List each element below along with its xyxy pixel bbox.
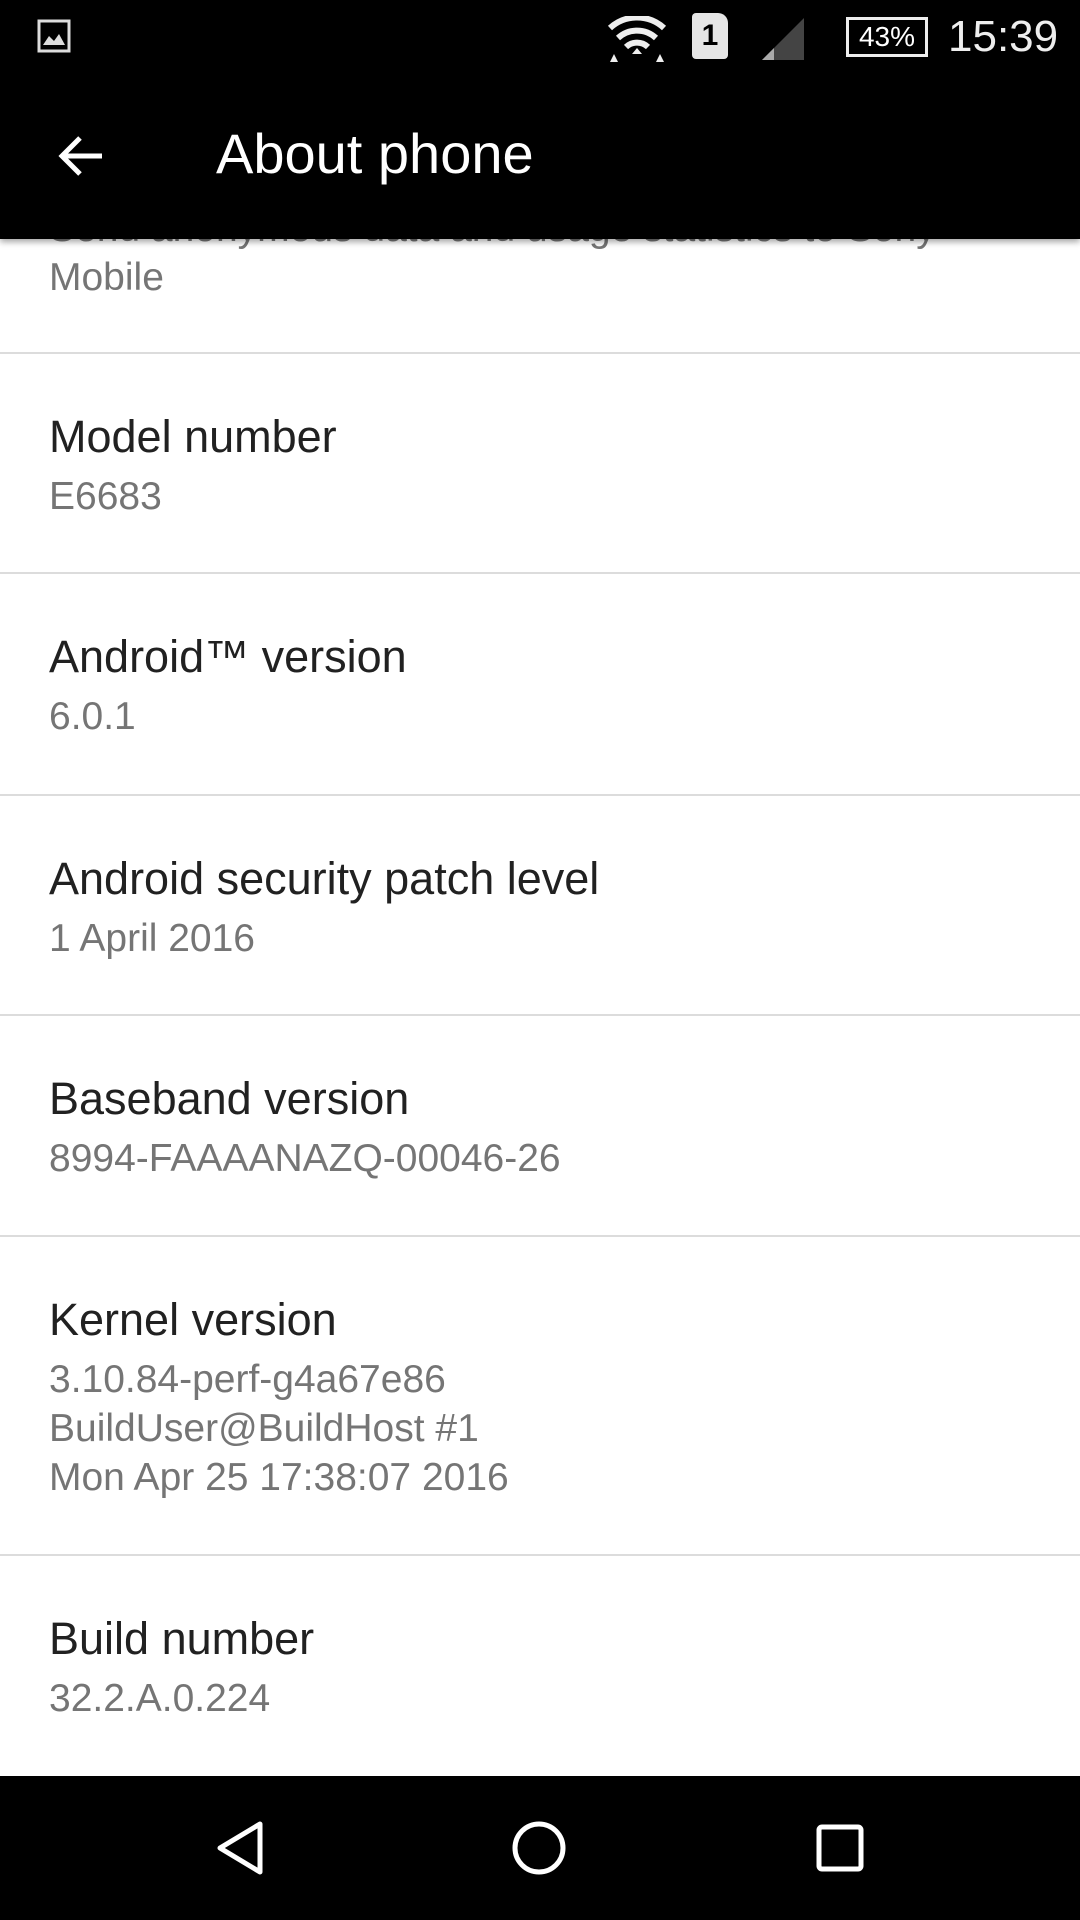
item-summary: BuildUser@BuildHost #1 xyxy=(49,1407,479,1450)
item-summary: 1 April 2016 xyxy=(49,917,255,960)
arrow-left-icon[interactable] xyxy=(52,126,112,186)
item-summary: 3.10.84-perf-g4a67e86 xyxy=(49,1358,446,1401)
item-summary: Send anonymous data and usage statistics… xyxy=(49,239,936,253)
item-title: Android™ version xyxy=(49,631,407,682)
home-circle-icon[interactable] xyxy=(509,1818,569,1878)
image-icon xyxy=(37,19,71,53)
signal-icon xyxy=(762,18,804,60)
item-summary: 6.0.1 xyxy=(49,695,136,738)
item-summary: Mobile xyxy=(49,256,164,299)
item-summary: E6683 xyxy=(49,475,162,518)
settings-list[interactable]: Send anonymous data and usage statistics… xyxy=(0,239,1080,1776)
list-item-build-number[interactable]: Build number 32.2.A.0.224 xyxy=(0,1556,1080,1776)
clock: 15:39 xyxy=(948,12,1059,61)
list-item-baseband-version[interactable]: Baseband version 8994-FAAAANAZQ-00046-26 xyxy=(0,1016,1080,1237)
navigation-bar xyxy=(0,1776,1080,1920)
back-triangle-icon[interactable] xyxy=(210,1818,270,1878)
page-title: About phone xyxy=(216,122,534,185)
item-title: Baseband version xyxy=(49,1073,410,1124)
item-title: Build number xyxy=(49,1613,315,1664)
item-summary: 8994-FAAAANAZQ-00046-26 xyxy=(49,1137,561,1180)
item-summary: 32.2.A.0.224 xyxy=(49,1677,271,1720)
list-item-kernel-version[interactable]: Kernel version 3.10.84-perf-g4a67e86 Bui… xyxy=(0,1237,1080,1556)
item-title: Kernel version xyxy=(49,1294,337,1345)
toolbar: About phone xyxy=(0,74,1080,239)
list-item-model-number[interactable]: Model number E6683 xyxy=(0,354,1080,574)
item-summary: Mon Apr 25 17:38:07 2016 xyxy=(49,1456,509,1499)
list-item-android-version[interactable]: Android™ version 6.0.1 xyxy=(0,574,1080,796)
recents-square-icon[interactable] xyxy=(810,1818,870,1878)
battery-indicator: 43% xyxy=(846,17,928,57)
list-item-security-patch-level[interactable]: Android security patch level 1 April 201… xyxy=(0,796,1080,1016)
sim-1-icon: 1 xyxy=(692,13,728,59)
item-title: Android security patch level xyxy=(49,853,600,904)
item-title: Model number xyxy=(49,411,337,462)
list-item-usage-statistics[interactable]: Send anonymous data and usage statistics… xyxy=(0,239,1080,354)
status-bar: 1 43% 15:39 xyxy=(0,0,1080,74)
wifi-icon xyxy=(608,16,666,62)
